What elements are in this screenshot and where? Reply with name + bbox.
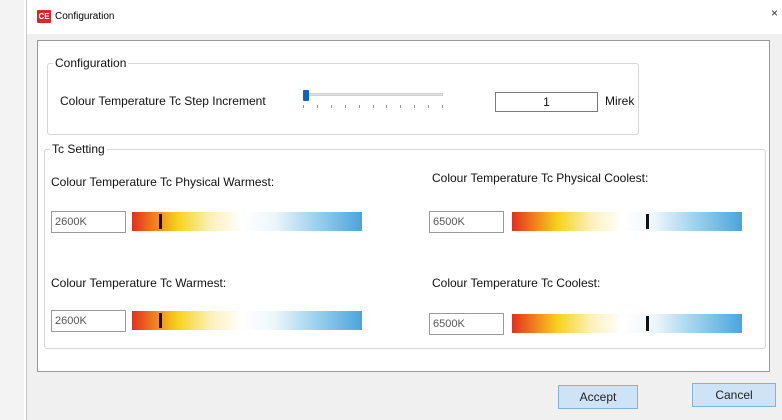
content-panel: Configuration Colour Temperature Tc Step… (37, 40, 770, 372)
slider-tick (386, 105, 387, 108)
warmest-gradient-bar[interactable] (132, 311, 362, 330)
physical-coolest-gradient-bar[interactable] (512, 212, 742, 231)
configuration-dialog: CE Configuration × Configuration Colour … (26, 0, 782, 420)
slider-thumb[interactable] (303, 90, 309, 101)
step-increment-input[interactable]: 1 (495, 92, 598, 112)
physical-warmest-gradient-bar[interactable] (132, 212, 362, 231)
warmest-marker[interactable] (159, 313, 162, 328)
physical-warmest-label: Colour Temperature Tc Physical Warmest: (51, 175, 275, 189)
slider-tick (400, 105, 401, 108)
window-title: Configuration (55, 11, 115, 22)
accept-button[interactable]: Accept (558, 385, 638, 409)
coolest-gradient-bar[interactable] (512, 314, 742, 333)
slider-tick (373, 105, 374, 108)
warmest-input[interactable]: 2600K (51, 310, 126, 332)
physical-warmest-input[interactable]: 2600K (51, 211, 126, 233)
background-app-strip (0, 0, 24, 420)
tc-setting-group: Tc Setting Colour Temperature Tc Physica… (44, 142, 766, 349)
slider-ticks (303, 105, 443, 109)
physical-coolest-label: Colour Temperature Tc Physical Coolest: (432, 171, 649, 185)
coolest-input[interactable]: 6500K (429, 313, 504, 335)
slider-tick (331, 105, 332, 108)
slider-tick (317, 105, 318, 108)
slider-tick (303, 105, 304, 108)
slider-track (303, 93, 443, 96)
close-icon[interactable]: × (771, 6, 782, 20)
step-unit-label: Mirek (605, 94, 635, 108)
coolest-label: Colour Temperature Tc Coolest: (432, 276, 601, 290)
physical-coolest-input[interactable]: 6500K (429, 211, 504, 233)
step-increment-label: Colour Temperature Tc Step Increment (60, 94, 266, 108)
physical-coolest-marker[interactable] (646, 214, 649, 229)
slider-tick (414, 105, 415, 108)
title-bar: CE Configuration × (27, 0, 782, 34)
physical-warmest-marker[interactable] (159, 214, 162, 229)
cancel-button[interactable]: Cancel (692, 383, 776, 407)
slider-tick (428, 105, 429, 108)
tc-setting-group-legend: Tc Setting (50, 142, 107, 156)
configuration-group-legend: Configuration (53, 56, 129, 70)
slider-tick (345, 105, 346, 108)
app-logo-icon: CE (37, 10, 51, 23)
step-increment-slider[interactable] (303, 90, 443, 110)
slider-tick (359, 105, 360, 108)
configuration-group: Configuration Colour Temperature Tc Step… (47, 56, 639, 135)
slider-tick (442, 105, 443, 108)
warmest-label: Colour Temperature Tc Warmest: (51, 276, 227, 290)
coolest-marker[interactable] (646, 316, 649, 331)
